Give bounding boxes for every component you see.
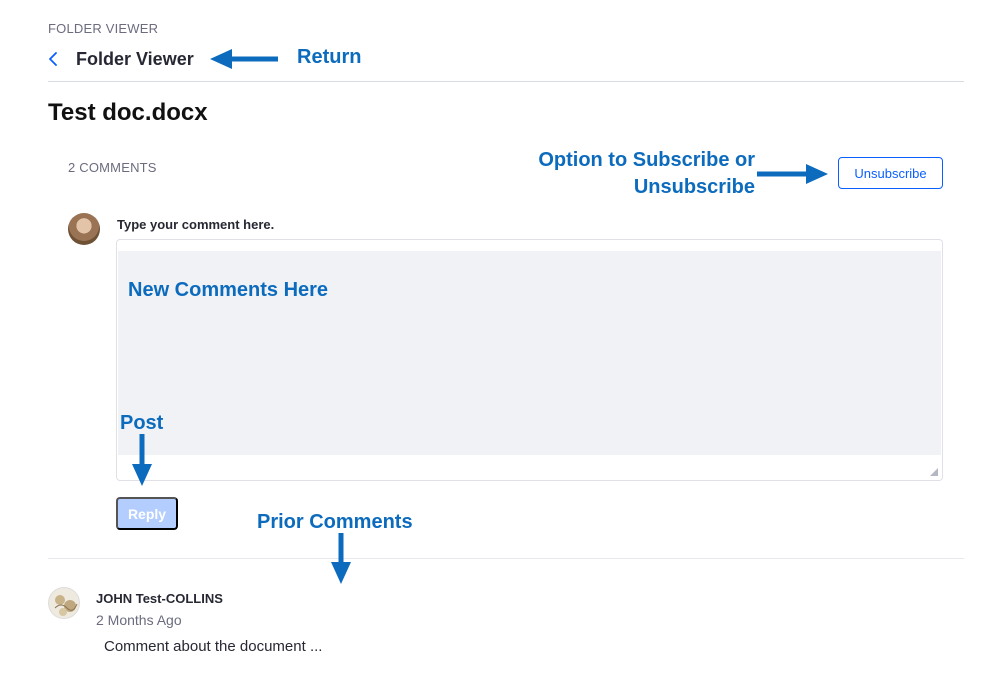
annotation-subscribe-line1: Option to Subscribe or bbox=[538, 149, 755, 171]
commenter-avatar bbox=[48, 587, 80, 619]
reply-button[interactable]: Reply bbox=[116, 497, 178, 530]
comment-timestamp: 2 Months Ago bbox=[96, 612, 182, 628]
comment-editor[interactable] bbox=[116, 239, 943, 481]
document-title: Test doc.docx bbox=[48, 99, 208, 126]
arrow-subscribe-icon bbox=[757, 164, 828, 184]
annotation-prior-comments: Prior Comments bbox=[257, 511, 413, 533]
current-user-avatar bbox=[68, 213, 100, 245]
page-eyebrow: FOLDER VIEWER bbox=[48, 21, 159, 36]
chevron-left-icon[interactable] bbox=[48, 46, 70, 72]
comment-editor-label: Type your comment here. bbox=[117, 217, 275, 232]
header-divider bbox=[48, 81, 964, 82]
resize-handle-icon[interactable] bbox=[930, 468, 938, 476]
annotation-new-comments: New Comments Here bbox=[128, 279, 329, 301]
annotation-return: Return bbox=[297, 46, 362, 68]
comment-count: 2 COMMENTS bbox=[68, 160, 157, 175]
back-navigation: Folder Viewer bbox=[48, 46, 194, 72]
back-title[interactable]: Folder Viewer bbox=[76, 49, 194, 70]
annotation-post: Post bbox=[120, 412, 164, 434]
arrow-return-icon bbox=[210, 49, 278, 69]
annotation-subscribe: Option to Subscribe or Unsubscribe bbox=[505, 147, 755, 201]
comment-author[interactable]: JOHN Test-COLLINS bbox=[96, 591, 223, 606]
comments-divider bbox=[48, 558, 964, 559]
annotation-subscribe-line2: Unsubscribe bbox=[633, 176, 755, 198]
comment-body: Comment about the document ... bbox=[104, 638, 323, 655]
unsubscribe-button[interactable]: Unsubscribe bbox=[838, 157, 943, 189]
